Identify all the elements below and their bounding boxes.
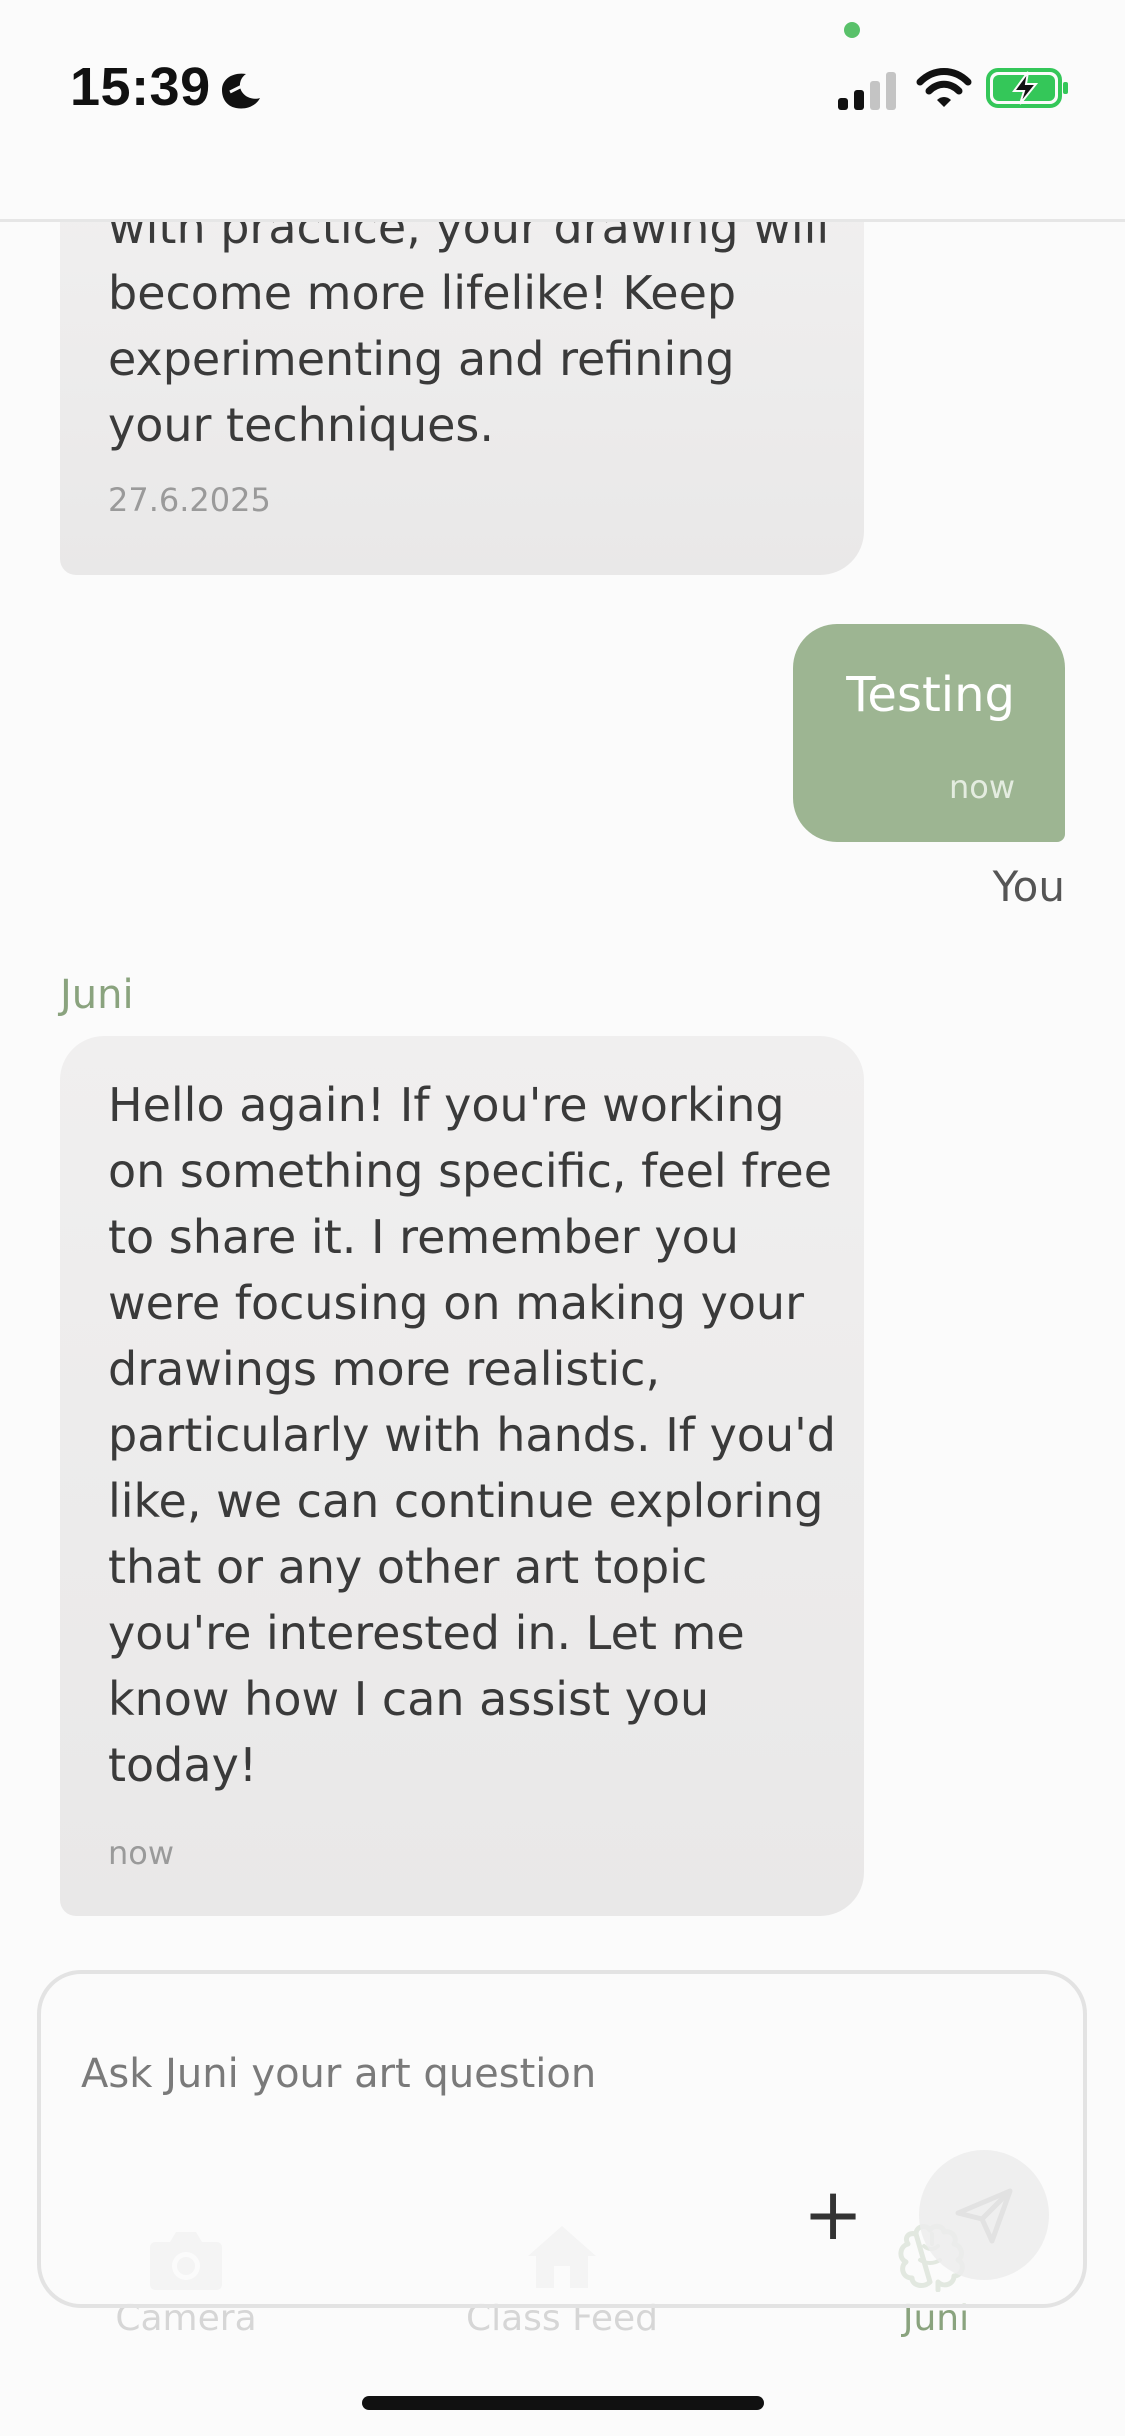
message-text: with practice, your drawing will become … bbox=[108, 222, 830, 452]
assistant-message-bubble: with practice, your drawing will become … bbox=[60, 222, 864, 575]
sleep-focus-icon bbox=[222, 73, 260, 109]
user-message-bubble: Testing now bbox=[793, 624, 1065, 842]
assistant-message-bubble: Hello again! If you're working on someth… bbox=[60, 1036, 864, 1916]
message-timestamp: now bbox=[948, 768, 1015, 806]
message-timestamp: now bbox=[108, 1834, 175, 1872]
chat-message-list[interactable]: with practice, your drawing will become … bbox=[0, 222, 1125, 1972]
message-text: Hello again! If you're working on someth… bbox=[108, 1078, 836, 1792]
sender-label-you: You bbox=[992, 862, 1065, 911]
home-indicator[interactable] bbox=[362, 2396, 764, 2410]
battery-charging-icon bbox=[986, 68, 1068, 108]
message-composer: + bbox=[37, 1970, 1087, 2308]
status-bar: 15:39 bbox=[0, 0, 1125, 222]
message-timestamp: 27.6.2025 bbox=[108, 481, 271, 519]
message-text: Testing bbox=[846, 667, 1015, 723]
wifi-icon bbox=[916, 68, 972, 107]
cellular-signal-icon bbox=[838, 72, 896, 110]
sender-label-juni: Juni bbox=[60, 972, 134, 1018]
status-time: 15:39 bbox=[70, 57, 211, 117]
camera-indicator-dot bbox=[844, 22, 860, 38]
paper-plane-icon bbox=[955, 2188, 1013, 2244]
add-attachment-button[interactable]: + bbox=[793, 2174, 873, 2254]
send-button[interactable] bbox=[919, 2150, 1049, 2280]
question-input[interactable] bbox=[81, 2044, 981, 2104]
